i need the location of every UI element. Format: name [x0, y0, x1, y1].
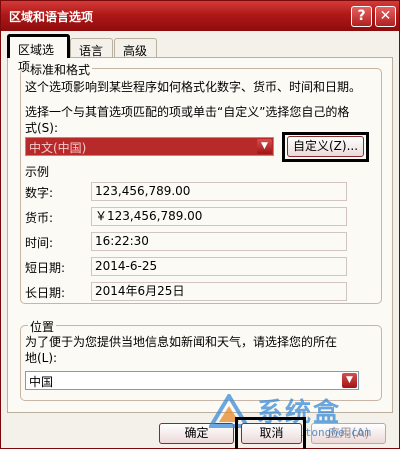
sample-long-date-label: 长日期: — [25, 286, 66, 300]
select-prompt-line1: 选择一个与其首选项匹配的项或单击“自定义”选择您自己的格 — [25, 105, 350, 119]
locale-value: 中文(中国) — [29, 141, 87, 155]
help-button[interactable]: ? — [351, 6, 372, 27]
samples-title: 示例 — [25, 165, 50, 179]
chevron-down-icon[interactable]: ▼ — [342, 373, 357, 388]
sample-short-date-value: 2014-6-25 — [91, 257, 347, 276]
sample-time-label: 时间: — [25, 236, 54, 250]
standards-formats-group: 标准和格式 这个选项影响到某些程序如何格式化数字、货币、时间和日期。 选择一个与… — [20, 61, 382, 304]
location-value: 中国 — [29, 375, 54, 389]
sample-long-date-value: 2014年6月25日 — [91, 282, 347, 301]
regional-options-dialog: 区域和语言选项 ? ✕ 区域选项 语言 高级 标准和格式 这个选项影响到某些程序… — [0, 0, 400, 449]
cancel-button[interactable]: 取消 — [241, 423, 302, 444]
select-prompt-line2: 式(S): — [25, 121, 59, 135]
location-dropdown[interactable]: 中国 ▼ — [25, 371, 359, 390]
standards-description: 这个选项影响到某些程序如何格式化数字、货币、时间和日期。 — [25, 80, 362, 94]
window-title: 区域和语言选项 — [9, 10, 94, 24]
tab-regional-options[interactable]: 区域选项 — [7, 34, 70, 74]
sample-currency-value: ￥123,456,789.00 — [91, 207, 347, 226]
sample-currency-label: 货币: — [25, 211, 54, 225]
locale-dropdown[interactable]: 中文(中国) ▼ — [25, 137, 274, 156]
location-description-line1: 为了便于为您提供当地信息如新闻和天气，请选择您的所在 — [25, 335, 338, 349]
sample-number-value: 123,456,789.00 — [91, 182, 347, 201]
customize-button[interactable]: 自定义(Z)... — [287, 136, 364, 157]
title-bar: 区域和语言选项 ? ✕ — [1, 1, 399, 31]
tab-languages[interactable]: 语言 — [70, 38, 113, 58]
location-group-title: 位置 — [28, 318, 57, 335]
sample-short-date-label: 短日期: — [25, 261, 66, 275]
location-description-line2: 地(L): — [25, 351, 58, 365]
cancel-highlight: 取消 — [235, 417, 306, 449]
chevron-down-icon[interactable]: ▼ — [257, 139, 272, 154]
sample-time-value: 16:22:30 — [91, 232, 347, 251]
close-button[interactable]: ✕ — [375, 6, 396, 27]
customize-highlight: 自定义(Z)... — [282, 132, 369, 162]
standards-group-title: 标准和格式 — [28, 61, 93, 78]
tab-advanced[interactable]: 高级 — [114, 38, 157, 58]
sample-number-label: 数字: — [25, 186, 54, 200]
tab-panel: 标准和格式 这个选项影响到某些程序如何格式化数字、货币、时间和日期。 选择一个与… — [7, 57, 393, 413]
